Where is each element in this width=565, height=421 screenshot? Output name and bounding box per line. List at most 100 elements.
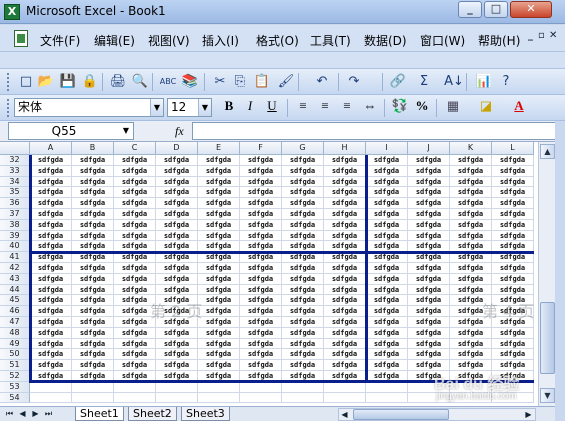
cell[interactable]: [156, 392, 198, 404]
cell[interactable]: sdfgda: [114, 349, 156, 361]
cell[interactable]: sdfgda: [114, 187, 156, 199]
cell[interactable]: sdfgda: [114, 306, 156, 317]
chevron-down-icon[interactable]: ▼: [119, 123, 133, 139]
cell[interactable]: sdfgda: [114, 176, 156, 188]
cell[interactable]: sdfgda: [282, 317, 324, 328]
cell[interactable]: [366, 381, 408, 393]
cell[interactable]: sdfgda: [408, 230, 450, 242]
menu-edit[interactable]: 编辑(E): [94, 32, 135, 49]
cell[interactable]: sdfgda: [492, 306, 534, 317]
cell[interactable]: sdfgda: [156, 187, 198, 199]
cell[interactable]: sdfgda: [282, 198, 324, 209]
row-header[interactable]: 32: [0, 155, 30, 166]
row-header[interactable]: 53: [0, 381, 30, 393]
cell[interactable]: [198, 392, 240, 404]
cell[interactable]: sdfgda: [156, 209, 198, 220]
chart-wizard-button[interactable]: 📊: [474, 72, 494, 92]
cell[interactable]: sdfgda: [324, 263, 366, 274]
cell[interactable]: sdfgda: [450, 327, 492, 339]
cell[interactable]: sdfgda: [492, 219, 534, 231]
row-header[interactable]: 45: [0, 295, 30, 307]
menu-tools[interactable]: 工具(T): [310, 32, 351, 49]
underline-button[interactable]: U: [262, 98, 282, 118]
cell[interactable]: sdfgda: [366, 263, 408, 274]
menu-window[interactable]: 窗口(W): [420, 32, 465, 49]
cell[interactable]: sdfgda: [408, 338, 450, 350]
cell[interactable]: sdfgda: [72, 317, 114, 328]
cell[interactable]: sdfgda: [72, 252, 114, 263]
cell[interactable]: sdfgda: [324, 219, 366, 231]
cell[interactable]: sdfgda: [114, 327, 156, 339]
cell[interactable]: sdfgda: [30, 295, 72, 307]
cell[interactable]: sdfgda: [156, 360, 198, 371]
toolbar-grip[interactable]: [7, 99, 10, 117]
cell[interactable]: sdfgda: [282, 273, 324, 285]
cell[interactable]: sdfgda: [492, 284, 534, 296]
column-header[interactable]: E: [198, 142, 240, 155]
cell[interactable]: sdfgda: [450, 230, 492, 242]
cell[interactable]: sdfgda: [240, 187, 282, 199]
cell[interactable]: sdfgda: [198, 230, 240, 242]
new-button[interactable]: □: [16, 72, 36, 92]
page-break-line[interactable]: [29, 155, 32, 384]
cell[interactable]: sdfgda: [492, 209, 534, 220]
cell[interactable]: sdfgda: [408, 317, 450, 328]
row-header[interactable]: 40: [0, 241, 30, 253]
cell[interactable]: sdfgda: [198, 284, 240, 296]
minimize-button[interactable]: _: [458, 1, 482, 18]
cell[interactable]: sdfgda: [156, 349, 198, 361]
cell[interactable]: sdfgda: [450, 209, 492, 220]
cell[interactable]: sdfgda: [408, 219, 450, 231]
cell[interactable]: sdfgda: [114, 360, 156, 371]
cell[interactable]: sdfgda: [324, 198, 366, 209]
cell[interactable]: sdfgda: [198, 176, 240, 188]
cell[interactable]: sdfgda: [198, 295, 240, 307]
column-header[interactable]: H: [324, 142, 366, 155]
cell[interactable]: sdfgda: [198, 327, 240, 339]
cell[interactable]: sdfgda: [240, 252, 282, 263]
cell[interactable]: [366, 392, 408, 404]
cell[interactable]: sdfgda: [30, 317, 72, 328]
cell[interactable]: sdfgda: [72, 263, 114, 274]
cell[interactable]: sdfgda: [324, 176, 366, 188]
row-header[interactable]: 42: [0, 263, 30, 274]
undo-button[interactable]: ↶: [312, 72, 332, 92]
cell[interactable]: sdfgda: [282, 360, 324, 371]
cell[interactable]: sdfgda: [492, 252, 534, 263]
cell[interactable]: sdfgda: [324, 338, 366, 350]
page-break-line[interactable]: [364, 155, 368, 384]
font-color-button[interactable]: A: [509, 98, 529, 118]
cell[interactable]: sdfgda: [30, 306, 72, 317]
cell[interactable]: sdfgda: [492, 230, 534, 242]
row-header[interactable]: 48: [0, 327, 30, 339]
cell[interactable]: sdfgda: [72, 219, 114, 231]
cell[interactable]: sdfgda: [450, 306, 492, 317]
cell[interactable]: sdfgda: [282, 252, 324, 263]
cell[interactable]: sdfgda: [240, 306, 282, 317]
column-header[interactable]: F: [240, 142, 282, 155]
cell[interactable]: sdfgda: [282, 284, 324, 296]
cell[interactable]: [114, 381, 156, 393]
row-header[interactable]: 47: [0, 317, 30, 328]
cell[interactable]: sdfgda: [240, 263, 282, 274]
cell[interactable]: sdfgda: [366, 360, 408, 371]
doc-restore-button[interactable]: ▫: [538, 30, 545, 41]
sheet-tab-sheet3[interactable]: Sheet3: [181, 407, 230, 421]
cell[interactable]: sdfgda: [156, 165, 198, 177]
cell[interactable]: sdfgda: [72, 306, 114, 317]
align-right-button[interactable]: ≡: [337, 98, 357, 118]
last-sheet-button[interactable]: ⏭: [43, 408, 54, 420]
percent-style-button[interactable]: %: [412, 98, 432, 118]
cell[interactable]: sdfgda: [282, 176, 324, 188]
cell[interactable]: sdfgda: [282, 187, 324, 199]
cell[interactable]: sdfgda: [450, 176, 492, 188]
column-header[interactable]: G: [282, 142, 324, 155]
cell[interactable]: sdfgda: [282, 263, 324, 274]
cell[interactable]: sdfgda: [240, 295, 282, 307]
cell[interactable]: sdfgda: [366, 230, 408, 242]
cell[interactable]: sdfgda: [198, 360, 240, 371]
cell[interactable]: sdfgda: [408, 187, 450, 199]
cell[interactable]: sdfgda: [366, 176, 408, 188]
column-header[interactable]: C: [114, 142, 156, 155]
cell[interactable]: sdfgda: [492, 187, 534, 199]
